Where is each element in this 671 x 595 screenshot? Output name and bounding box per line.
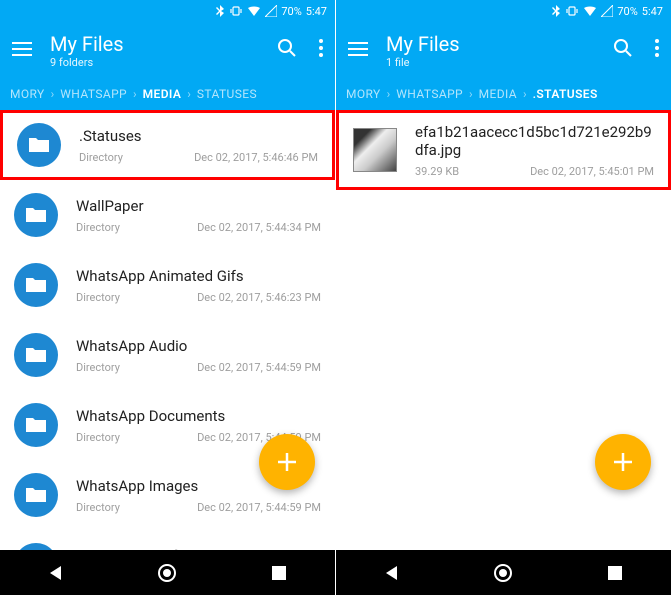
item-date: Dec 02, 2017, 5:45:01 PM <box>530 165 654 178</box>
crumb[interactable]: STATUSES <box>193 87 261 101</box>
list-item[interactable]: WhatsApp Profile Photos DirectoryDec 02,… <box>0 530 335 550</box>
title-block: My Files 1 file <box>386 32 591 69</box>
recents-button[interactable] <box>595 553 635 593</box>
breadcrumb: MORY › WHATSAPP › MEDIA › .STATUSES <box>336 78 671 110</box>
more-icon[interactable] <box>319 39 323 61</box>
app-subtitle: 1 file <box>386 56 591 69</box>
wifi-icon <box>583 5 597 17</box>
item-type: Directory <box>76 501 120 514</box>
item-size: 39.29 KB <box>415 165 459 178</box>
item-date: Dec 02, 2017, 5:44:59 PM <box>197 361 321 374</box>
list-item[interactable]: WhatsApp Audio Directory Dec 02, 2017, 5:… <box>0 320 335 390</box>
time-text: 5:47 <box>306 5 327 18</box>
file-list: efa1b21aacecc1d5bc1d721e292b9dfa.jpg 39.… <box>336 110 671 550</box>
more-icon[interactable] <box>655 39 659 61</box>
time-text: 5:47 <box>642 5 663 18</box>
back-button[interactable] <box>36 553 76 593</box>
crumb[interactable]: .STATUSES <box>529 87 602 101</box>
bluetooth-icon <box>551 5 561 17</box>
phone-right: 70% 5:47 My Files 1 file MORY › WHATSAPP… <box>336 0 671 595</box>
item-date: Dec 02, 2017, 5:44:59 PM <box>197 501 321 514</box>
item-date: Dec 02, 2017, 5:46:23 PM <box>197 291 321 304</box>
app-title: My Files <box>386 32 591 56</box>
wifi-icon <box>247 5 261 17</box>
vibrate-icon <box>229 5 243 17</box>
item-type: Directory <box>76 431 120 444</box>
app-subtitle: 9 folders <box>50 56 255 69</box>
recents-button[interactable] <box>259 553 299 593</box>
chevron-right-icon: › <box>131 87 139 101</box>
nav-bar <box>0 550 335 595</box>
breadcrumb: MORY › WHATSAPP › MEDIA › STATUSES <box>0 78 335 110</box>
item-name: .Statuses <box>79 127 318 145</box>
folder-icon <box>14 543 58 550</box>
app-bar: My Files 9 folders <box>0 22 335 78</box>
item-date: Dec 02, 2017, 5:46:46 PM <box>194 151 318 164</box>
signal-icon <box>265 5 277 17</box>
item-date: Dec 02, 2017, 5:44:34 PM <box>197 221 321 234</box>
battery-text: 70% <box>281 5 301 18</box>
vibrate-icon <box>565 5 579 17</box>
list-item[interactable]: WallPaper Directory Dec 02, 2017, 5:44:34… <box>0 180 335 250</box>
menu-icon[interactable] <box>348 41 368 60</box>
home-button[interactable] <box>147 553 187 593</box>
crumb[interactable]: MORY <box>342 87 385 101</box>
item-name: WallPaper <box>76 197 321 215</box>
item-name: WhatsApp Profile Photos <box>76 547 321 551</box>
bluetooth-icon <box>215 5 225 17</box>
menu-icon[interactable] <box>12 41 32 60</box>
chevron-right-icon: › <box>521 87 529 101</box>
title-block: My Files 9 folders <box>50 32 255 69</box>
fab-add-button[interactable] <box>259 434 315 490</box>
folder-icon <box>17 123 61 167</box>
list-item[interactable]: efa1b21aacecc1d5bc1d721e292b9dfa.jpg 39.… <box>336 110 671 190</box>
chevron-right-icon: › <box>467 87 475 101</box>
chevron-right-icon: › <box>385 87 393 101</box>
crumb[interactable]: MORY <box>6 87 49 101</box>
app-title: My Files <box>50 32 255 56</box>
search-icon[interactable] <box>277 38 297 62</box>
crumb[interactable]: MEDIA <box>139 87 186 101</box>
image-thumbnail <box>353 128 397 172</box>
item-name: efa1b21aacecc1d5bc1d721e292b9dfa.jpg <box>415 123 654 159</box>
chevron-right-icon: › <box>49 87 57 101</box>
search-icon[interactable] <box>613 38 633 62</box>
folder-icon <box>14 193 58 237</box>
item-name: WhatsApp Animated Gifs <box>76 267 321 285</box>
item-name: WhatsApp Audio <box>76 337 321 355</box>
folder-icon <box>14 263 58 307</box>
status-bar: 70% 5:47 <box>336 0 671 22</box>
fab-add-button[interactable] <box>595 434 651 490</box>
nav-bar <box>336 550 671 595</box>
battery-text: 70% <box>617 5 637 18</box>
app-bar: My Files 1 file <box>336 22 671 78</box>
item-type: Directory <box>76 221 120 234</box>
folder-icon <box>14 473 58 517</box>
chevron-right-icon: › <box>185 87 193 101</box>
item-type: Directory <box>76 361 120 374</box>
crumb[interactable]: WHATSAPP <box>392 87 467 101</box>
status-bar: 70% 5:47 <box>0 0 335 22</box>
home-button[interactable] <box>483 553 523 593</box>
crumb[interactable]: MEDIA <box>475 87 521 101</box>
crumb[interactable]: WHATSAPP <box>56 87 131 101</box>
list-item[interactable]: .Statuses Directory Dec 02, 2017, 5:46:46… <box>0 110 335 180</box>
item-type: Directory <box>79 151 123 164</box>
signal-icon <box>601 5 613 17</box>
item-name: WhatsApp Documents <box>76 407 321 425</box>
folder-icon <box>14 403 58 447</box>
list-item[interactable]: WhatsApp Animated Gifs Directory Dec 02, … <box>0 250 335 320</box>
folder-icon <box>14 333 58 377</box>
back-button[interactable] <box>372 553 412 593</box>
file-list: .Statuses Directory Dec 02, 2017, 5:46:46… <box>0 110 335 550</box>
phone-left: 70% 5:47 My Files 9 folders MORY › WHATS… <box>0 0 335 595</box>
item-type: Directory <box>76 291 120 304</box>
